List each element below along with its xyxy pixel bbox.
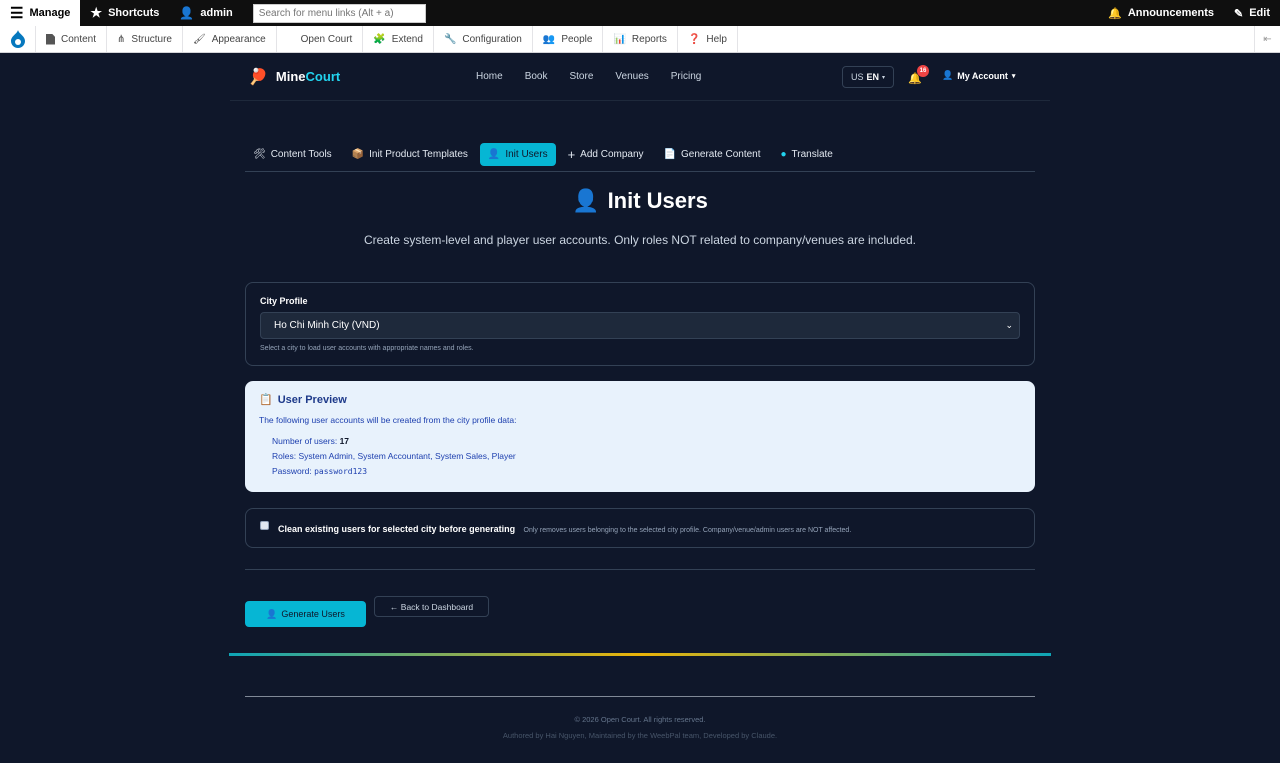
tab-add-company[interactable]: + Add Company [560, 143, 652, 166]
user-preview-panel: 📋 User Preview The following user accoun… [245, 381, 1035, 492]
nav-store[interactable]: Store [569, 71, 593, 82]
drupal-logo-icon[interactable] [0, 26, 36, 52]
menu-search-input[interactable] [252, 3, 426, 23]
chevron-down-icon: ▾ [1011, 72, 1016, 80]
people-icon: 👥 [542, 33, 556, 45]
sitemap-icon: ⋔ [117, 33, 126, 45]
city-profile-card: City Profile Ho Chi Minh City (VND) ⌄ Se… [245, 282, 1035, 366]
tray-item-reports[interactable]: 📊 Reports [603, 26, 678, 52]
list-item: Password: password123 [272, 466, 368, 476]
notification-count-badge: 16 [917, 65, 929, 77]
footer-copyright: © 2026 Open Court. All rights reserved. [574, 715, 706, 724]
tab-generate-content[interactable]: 📄 Generate Content [656, 143, 769, 166]
divider [245, 569, 1035, 570]
document-icon: 📄 [663, 149, 676, 160]
admin-tray: Content ⋔ Structure 🖌 Appearance Open Cour… [0, 26, 1280, 53]
collapse-tray-icon[interactable]: ⇤ [1254, 26, 1280, 52]
site-logo[interactable]: 🏓 MineCourt [248, 67, 340, 87]
chevron-down-icon: ⌄ [1005, 320, 1013, 330]
city-profile-select[interactable]: Ho Chi Minh City (VND) ⌄ [260, 312, 1020, 339]
admin-toolbar: ☰ Manage ★ Shortcuts 👤 admin 🔔 Announcem… [0, 0, 1280, 26]
back-to-dashboard-button[interactable]: ← Back to Dashboard [374, 596, 489, 617]
tray-item-content[interactable]: Content [36, 26, 108, 52]
brush-icon: 🖌 [193, 33, 206, 45]
star-icon: ★ [90, 5, 103, 20]
tab-init-product-templates[interactable]: 📦 Init Product Templates [344, 143, 476, 166]
tools-icon: 🛠 [253, 149, 266, 160]
user-preview-title: 📋 User Preview [259, 393, 347, 407]
main-nav: Home Book Store Venues Pricing [476, 71, 701, 82]
puzzle-icon: 🧩 [373, 33, 386, 45]
menu-search [243, 0, 436, 26]
nav-pricing[interactable]: Pricing [671, 71, 702, 82]
list-item: Roles: System Admin, System Accountant, … [272, 451, 516, 461]
chevron-down-icon: ▾ [882, 74, 886, 81]
clean-users-label[interactable]: Clean existing users for selected city b… [278, 524, 515, 534]
tray-item-extend[interactable]: 🧩 Extend [363, 26, 434, 52]
pencil-icon: ✎ [1234, 7, 1244, 20]
user-icon: 👤 [179, 6, 195, 20]
user-icon: 👤 [942, 70, 954, 80]
bell-icon: 🔔 [1108, 7, 1122, 20]
user-preview-list: Number of users: 17 Roles: System Admin,… [259, 434, 1021, 479]
site-header: 🏓 MineCourt Home Book Store Venues Prici… [230, 53, 1050, 101]
list-item: Number of users: 17 [272, 436, 350, 446]
user-button[interactable]: 👤 admin [169, 0, 242, 26]
page-subtitle: Create system-level and player user acco… [363, 233, 917, 247]
document-icon [46, 33, 55, 45]
content-tools-tabs: 🛠 Content Tools 📦 Init Product Templates 👤… [245, 143, 1035, 172]
shortcuts-button[interactable]: ★ Shortcuts [80, 0, 169, 26]
city-profile-help: Select a city to load user accounts with… [260, 345, 474, 352]
city-profile-label: City Profile [260, 296, 308, 306]
user-icon: 👤 [487, 149, 501, 160]
nav-venues[interactable]: Venues [615, 71, 648, 82]
help-icon: ❓ [687, 33, 701, 45]
tray-item-open-court[interactable]: Open Court [277, 26, 364, 52]
clean-users-checkbox[interactable] [260, 520, 269, 530]
divider [245, 696, 1035, 697]
generate-users-button[interactable]: 👤 Generate Users [245, 601, 366, 627]
tray-item-appearance[interactable]: 🖌 Appearance [183, 26, 277, 52]
tray-item-people[interactable]: 👥 People [533, 26, 604, 52]
manage-button[interactable]: ☰ Manage [0, 0, 81, 26]
edit-button[interactable]: ✎ Edit [1224, 0, 1280, 26]
page-title: 👤 Init Users [572, 188, 708, 213]
notifications-button[interactable]: 🔔 16 [908, 65, 929, 87]
tray-item-help[interactable]: ❓ Help [678, 26, 738, 52]
footer-accent-line [229, 653, 1051, 656]
announcements-button[interactable]: 🔔 Announcements [1098, 0, 1224, 26]
plus-icon: + [567, 147, 576, 162]
tab-init-users[interactable]: 👤 Init Users [479, 143, 556, 166]
language-switcher[interactable]: US EN ▾ [842, 66, 894, 88]
tab-content-tools[interactable]: 🛠 Content Tools [245, 143, 340, 166]
bar-chart-icon: 📊 [613, 33, 626, 45]
footer-credit: Authored by Hai Nguyen, Maintained by th… [502, 731, 778, 740]
nav-home[interactable]: Home [476, 71, 503, 82]
user-icon: 👤 [572, 188, 600, 213]
user-icon: 👤 [266, 608, 278, 619]
package-icon: 📦 [351, 149, 365, 160]
nav-book[interactable]: Book [525, 71, 548, 82]
clean-users-description: Only removes users belonging to the sele… [523, 527, 852, 534]
user-preview-intro: The following user accounts will be crea… [259, 415, 517, 425]
tray-item-structure[interactable]: ⋔ Structure [107, 26, 183, 52]
clean-users-option: Clean existing users for selected city b… [245, 508, 1035, 548]
wrench-icon: 🔧 [443, 33, 457, 45]
tray-item-configuration[interactable]: 🔧 Configuration [434, 26, 533, 52]
my-account-menu[interactable]: 👤 My Account ▾ [942, 70, 1015, 81]
tab-translate[interactable]: ● Translate [773, 143, 841, 166]
clipboard-icon: 📋 [259, 394, 273, 406]
pickleball-paddle-icon: 🏓 [248, 68, 268, 86]
globe-icon: ● [780, 149, 787, 160]
hamburger-icon: ☰ [10, 4, 24, 22]
